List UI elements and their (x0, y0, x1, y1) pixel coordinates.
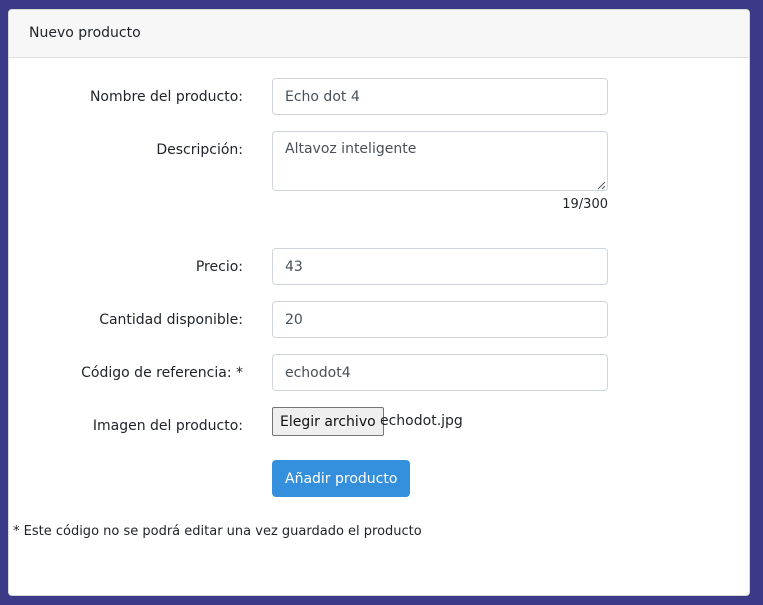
card-header: Nuevo producto (9, 10, 749, 58)
description-textarea[interactable]: Altavoz inteligente (272, 131, 608, 191)
price-label: Precio: (195, 259, 243, 275)
price-input[interactable] (272, 248, 608, 285)
resize-grip-icon[interactable] (597, 181, 606, 190)
reference-code-input[interactable] (272, 354, 608, 391)
card-title: Nuevo producto (29, 25, 141, 41)
choose-file-button[interactable]: Elegir archivo (272, 407, 384, 436)
quantity-label: Cantidad disponible: (99, 312, 243, 328)
product-name-label: Nombre del producto: (89, 89, 243, 105)
new-product-card: Nuevo producto Nombre del producto: Desc… (8, 9, 750, 596)
description-char-counter: 19/300 (562, 197, 608, 212)
selected-file-name: echodot.jpg (380, 413, 463, 429)
reference-code-label: Código de referencia: * (81, 365, 243, 381)
quantity-input[interactable] (272, 301, 608, 338)
reference-code-note: * Este código no se podrá editar una vez… (13, 524, 422, 539)
product-image-label: Imagen del producto: (92, 418, 243, 434)
description-label: Descripción: (156, 142, 243, 158)
add-product-button[interactable]: Añadir producto (272, 460, 411, 497)
product-name-input[interactable] (272, 78, 608, 115)
